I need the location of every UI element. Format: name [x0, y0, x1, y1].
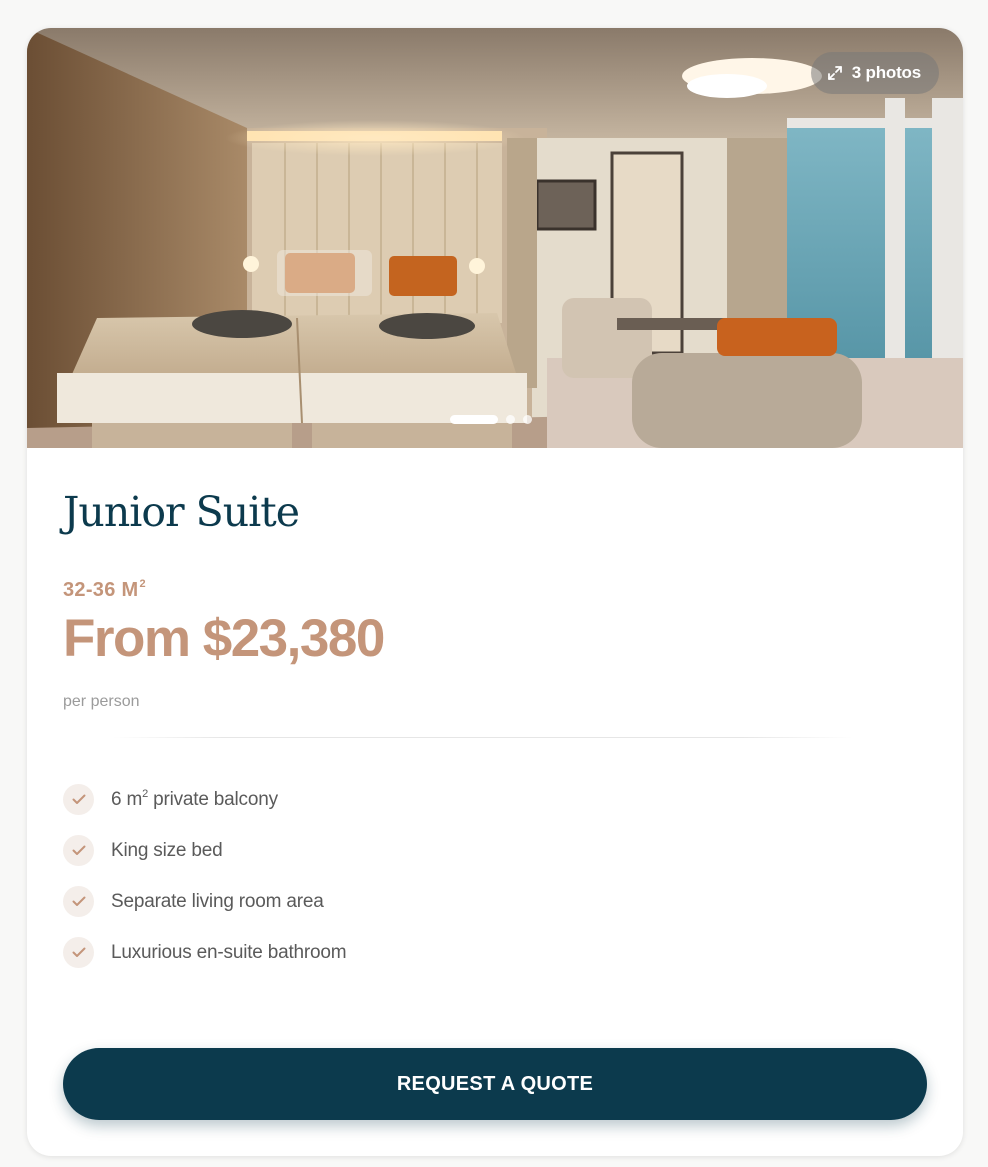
checkmark-icon [63, 835, 94, 866]
suite-title: Junior Suite [63, 488, 300, 536]
feature-item: 6 m2 private balcony [63, 774, 346, 825]
carousel-indicators [450, 415, 532, 424]
suite-size: 32-36 M2 [63, 578, 146, 602]
feature-item: Separate living room area [63, 876, 346, 927]
feature-text-rest: private balcony [148, 789, 278, 810]
suite-price: From $23,380 [63, 609, 385, 668]
carousel-dot-1[interactable] [450, 415, 498, 424]
carousel-dot-3[interactable] [523, 415, 532, 424]
checkmark-icon [63, 886, 94, 917]
expand-arrows-icon [827, 65, 843, 81]
feature-item: Luxurious en-suite bathroom [63, 927, 347, 978]
view-photos-button[interactable]: 3 photos [810, 52, 939, 94]
feature-text: 6 m2 private balcony [111, 788, 278, 811]
suite-size-superscript: 2 [139, 578, 146, 590]
request-quote-button[interactable]: REQUEST A QUOTE [63, 1048, 927, 1120]
suite-card: 3 photos Junior Suite 32-36 M2 From $23,… [27, 28, 963, 1156]
feature-text-part: 6 m [111, 789, 143, 810]
feature-text: Separate living room area [111, 890, 324, 912]
price-note: per person [63, 693, 140, 710]
feature-text: King size bed [111, 839, 223, 861]
checkmark-icon [63, 784, 94, 815]
feature-item: King size bed [63, 825, 346, 876]
checkmark-icon [63, 937, 94, 968]
feature-text: Luxurious en-suite bathroom [111, 941, 347, 963]
divider [113, 737, 853, 738]
carousel-dot-2[interactable] [506, 415, 515, 424]
suite-size-label: 32-36 M [63, 579, 139, 601]
feature-list: 6 m2 private balcony King size bed Separ… [63, 774, 347, 978]
suite-photo-carousel[interactable]: 3 photos [27, 28, 963, 448]
photo-count-label: 3 photos [851, 63, 921, 82]
